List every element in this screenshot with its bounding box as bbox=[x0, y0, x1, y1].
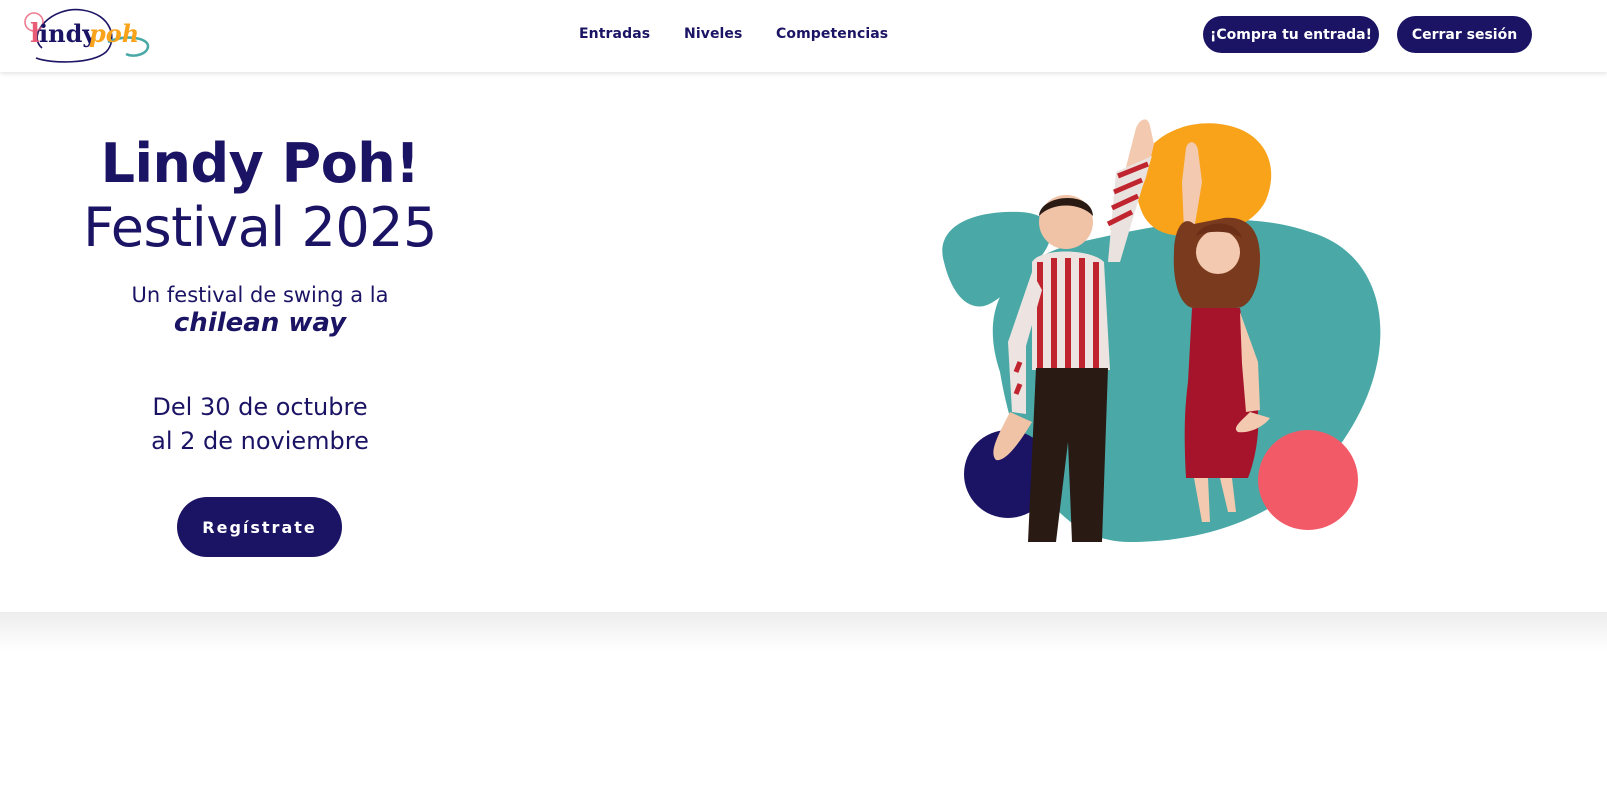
hero-subtitle: Festival 2025 bbox=[83, 196, 437, 259]
nav-link-competencias[interactable]: Competencias bbox=[776, 26, 888, 42]
hero-section: Lindy Poh! Festival 2025 Un festival de … bbox=[0, 72, 1607, 612]
buy-ticket-button[interactable]: ¡Compra tu entrada! bbox=[1203, 16, 1379, 53]
hero-bottom-shadow bbox=[0, 612, 1607, 652]
lindy-poh-logo-icon: l indy poh bbox=[24, 8, 150, 63]
svg-text:poh: poh bbox=[89, 19, 139, 48]
logout-button[interactable]: Cerrar sesión bbox=[1397, 16, 1532, 53]
nav-link-niveles[interactable]: Niveles bbox=[684, 26, 742, 42]
hero-title: Lindy Poh! bbox=[100, 132, 420, 195]
event-dates-start: Del 30 de octubre bbox=[152, 393, 368, 421]
register-button[interactable]: Regístrate bbox=[177, 497, 342, 557]
dancing-couple-illustration-icon bbox=[942, 119, 1381, 542]
hero-tagline-emphasis: chilean way bbox=[173, 308, 347, 338]
event-dates-end: al 2 de noviembre bbox=[151, 427, 369, 455]
site-header: l indy poh Entradas Niveles Competencias… bbox=[0, 0, 1607, 72]
nav-link-entradas[interactable]: Entradas bbox=[579, 26, 650, 42]
site-logo[interactable]: l indy poh bbox=[22, 4, 156, 66]
hero-tagline: Un festival de swing a la bbox=[131, 283, 389, 307]
hero-illustration bbox=[940, 112, 1400, 552]
hero-text: Lindy Poh! Festival 2025 Un festival de … bbox=[0, 72, 520, 612]
